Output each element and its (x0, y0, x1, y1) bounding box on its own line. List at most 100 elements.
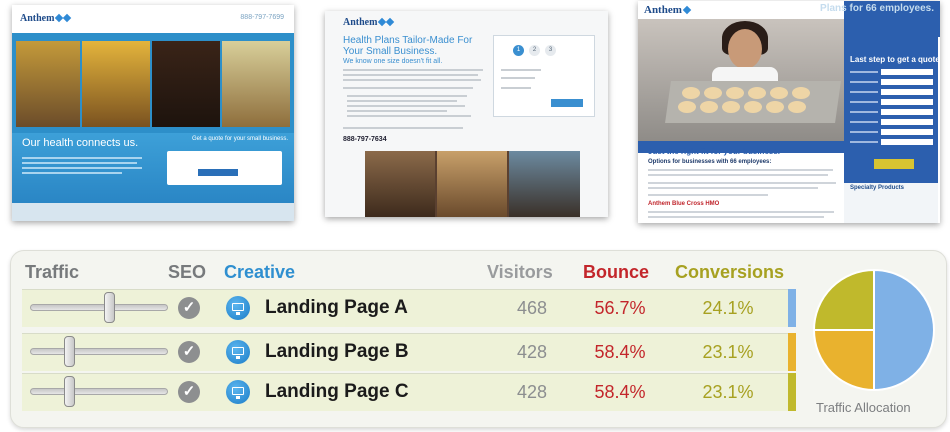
form-title: Last step to get a quote (850, 55, 940, 64)
row-divider (22, 289, 790, 290)
family-photos (365, 151, 580, 217)
bread-roll (766, 101, 784, 113)
traffic-slider-track[interactable] (30, 304, 168, 311)
quote-heading: Get a quote for your small business. (192, 136, 289, 142)
step-indicator: 2 (529, 45, 540, 56)
field-label (850, 111, 878, 113)
next-button[interactable] (198, 169, 238, 176)
check-icon: ✓ (178, 381, 200, 403)
table-row: ✓ Landing Page C 428 58.4% 23.1% (22, 373, 790, 411)
column-header-visitors: Visitors (487, 262, 553, 282)
column-header-traffic: Traffic (25, 262, 80, 282)
quote-form[interactable] (167, 151, 282, 185)
text-line (648, 169, 833, 171)
subheadline: We know one size doesn't fit all. (343, 58, 443, 65)
monitor-icon[interactable] (226, 340, 250, 364)
bread-roll (704, 87, 722, 99)
text-line (343, 87, 473, 89)
headline: Health Plans Tailor-Made For Your Small … (343, 35, 473, 57)
subheadline: Options for businesses with 66 employees… (648, 159, 772, 165)
traffic-slider-handle[interactable] (64, 336, 76, 367)
text-line (343, 79, 481, 81)
text-line (347, 105, 465, 107)
row-divider (22, 373, 790, 374)
continue-button[interactable] (551, 99, 583, 107)
form-field[interactable] (881, 69, 933, 75)
form-field[interactable] (881, 89, 933, 95)
page-footer (12, 203, 294, 221)
person-face (728, 29, 762, 69)
bread-roll (748, 87, 766, 99)
column-header-bounce: Bounce (583, 262, 650, 282)
pie-slice-a (873, 268, 935, 392)
headline: Just the right fit for your business. (648, 147, 781, 156)
text-line (648, 174, 828, 176)
anthem-logo: Anthem (20, 13, 72, 24)
table-row: ✓ Landing Page A 468 56.7% 24.1% (22, 289, 790, 327)
monitor-icon[interactable] (226, 380, 250, 404)
text-line (343, 127, 463, 129)
traffic-slider-track[interactable] (30, 388, 168, 395)
landing-page-a-thumbnail[interactable]: Anthem 888-797-7699 Our health connects … (12, 5, 294, 221)
traffic-allocation-pie (812, 268, 936, 392)
table-row: ✓ Landing Page B 428 58.4% 23.1% (22, 333, 790, 371)
creative-name[interactable]: Landing Page B (265, 341, 409, 363)
form-field[interactable] (881, 119, 933, 125)
step-indicator: 3 (545, 45, 556, 56)
bread-roll (792, 87, 810, 99)
bounce-value: 58.4% (594, 342, 646, 362)
bread-roll (788, 101, 806, 113)
phone-number: 888-797-7699 (240, 14, 284, 21)
bread-roll (726, 87, 744, 99)
employee-photo (152, 41, 220, 127)
conversions-value: 24.1% (702, 298, 754, 318)
creative-name[interactable]: Landing Page C (265, 381, 409, 403)
text-line (347, 110, 447, 112)
field-label (850, 101, 878, 103)
form-field[interactable] (881, 129, 933, 135)
column-header-conversions: Conversions (675, 262, 785, 282)
text-line (22, 172, 122, 174)
bread-roll (678, 101, 696, 113)
conversions-value: 23.1% (702, 342, 754, 362)
text-line (343, 74, 478, 76)
anthem-logo: Anthem (343, 17, 395, 28)
text-line (22, 167, 142, 169)
traffic-allocation-label: Traffic Allocation (816, 400, 911, 415)
submit-button[interactable] (874, 159, 914, 169)
check-icon: ✓ (178, 341, 200, 363)
form-field[interactable] (881, 109, 933, 115)
bread-roll (700, 101, 718, 113)
series-color-marker (788, 289, 796, 327)
visitors-value: 428 (516, 382, 548, 402)
tagline: Our health connects us. (22, 137, 139, 149)
text-line (343, 69, 483, 71)
landing-page-b-thumbnail[interactable]: Anthem Health Plans Tailor-Made For Your… (325, 11, 608, 217)
bread-roll (682, 87, 700, 99)
conversions-value: 23.1% (702, 382, 754, 402)
landing-page-c-thumbnail[interactable]: Anthem Plans for 66 employees. Last step… (638, 1, 940, 223)
column-header-creative: Creative (224, 262, 296, 282)
pie-slice-b (812, 329, 875, 392)
column-header-seo: SEO (168, 262, 207, 282)
employee-photo (222, 41, 290, 127)
form-field[interactable] (881, 99, 933, 105)
text-line (22, 162, 137, 164)
bounce-value: 56.7% (594, 298, 646, 318)
traffic-slider-track[interactable] (30, 348, 168, 355)
bread-roll (770, 87, 788, 99)
pie-slice-c (812, 268, 875, 331)
row-divider (22, 333, 790, 334)
text-line (347, 115, 471, 117)
field-label (850, 131, 878, 133)
phone-number: 888-797-7634 (343, 136, 387, 143)
form-field[interactable] (881, 79, 933, 85)
text-line (347, 100, 457, 102)
bread-roll (722, 101, 740, 113)
field-label (501, 87, 531, 89)
creative-name[interactable]: Landing Page A (265, 297, 408, 319)
form-field[interactable] (881, 139, 933, 145)
traffic-slider-handle[interactable] (64, 376, 76, 407)
monitor-icon[interactable] (226, 296, 250, 320)
traffic-slider-handle[interactable] (103, 292, 115, 323)
